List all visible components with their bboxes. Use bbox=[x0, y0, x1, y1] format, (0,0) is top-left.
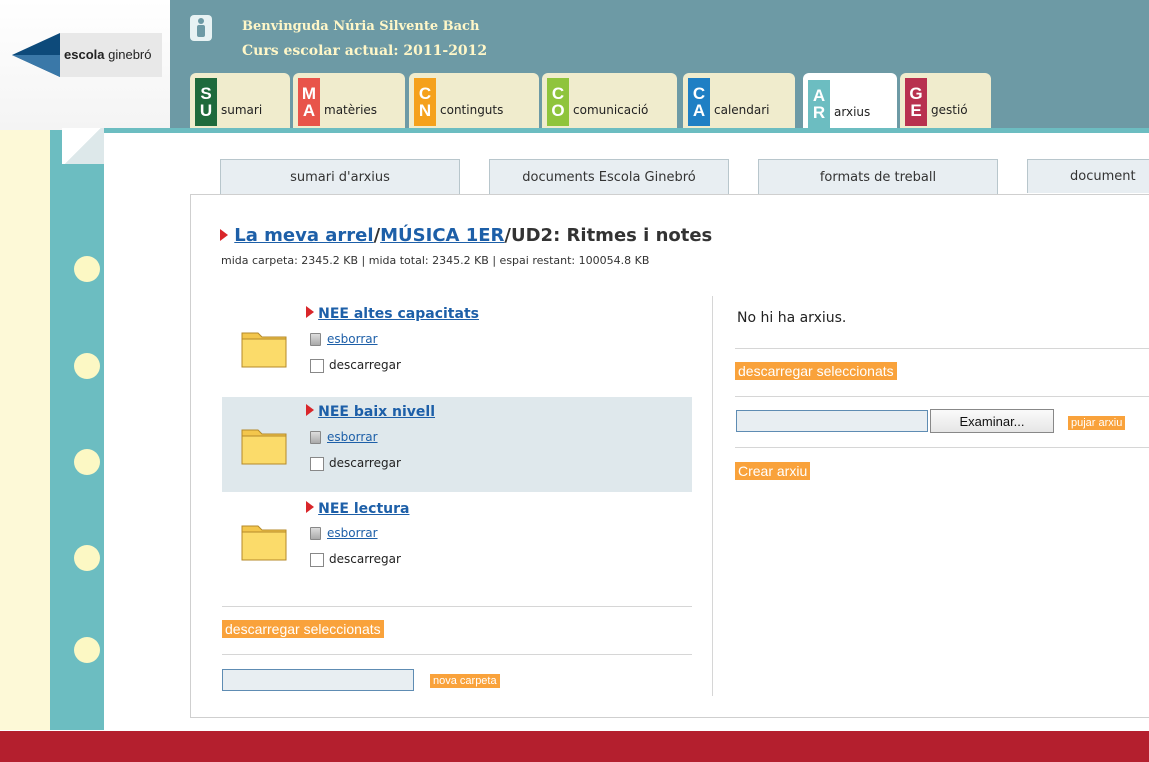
browse-button[interactable]: Examinar... bbox=[930, 409, 1054, 433]
tab-gestio[interactable]: GE gestió bbox=[900, 73, 991, 128]
binder-ring bbox=[74, 256, 100, 282]
delete-link[interactable]: esborrar bbox=[327, 332, 378, 346]
breadcrumb-folder-link[interactable]: MÚSICA 1ER bbox=[380, 225, 504, 246]
tab-code-badge: AR bbox=[808, 80, 830, 128]
school-name: escola ginebró bbox=[64, 47, 152, 62]
tab-code-badge: CN bbox=[414, 78, 436, 126]
folder-item-selected: NEE baix nivell esborrar descarregar bbox=[222, 397, 692, 492]
trash-icon[interactable] bbox=[310, 527, 321, 540]
arrow-icon bbox=[306, 306, 314, 318]
welcome-text: Benvinguda Núria Silvente Bach bbox=[242, 19, 480, 34]
breadcrumb-current: UD2: Ritmes i notes bbox=[511, 225, 713, 246]
new-folder-input[interactable] bbox=[222, 669, 414, 691]
delete-row: esborrar bbox=[310, 526, 378, 541]
folder-item: NEE lectura esborrar descarregar bbox=[222, 496, 692, 591]
tab-label: arxius bbox=[834, 105, 871, 119]
folder-title: NEE lectura bbox=[306, 501, 409, 517]
folder-size-info: mida carpeta: 2345.2 KB | mida total: 23… bbox=[221, 254, 650, 267]
breadcrumb-root-link[interactable]: La meva arrel bbox=[234, 225, 373, 246]
download-row: descarregar bbox=[310, 552, 401, 567]
delete-row: esborrar bbox=[310, 332, 378, 347]
user-icon[interactable] bbox=[190, 15, 212, 41]
binder-ring bbox=[74, 637, 100, 663]
tab-materies[interactable]: MA matèries bbox=[293, 73, 405, 128]
column-divider bbox=[712, 296, 713, 696]
divider bbox=[735, 447, 1149, 448]
download-selected-files-button[interactable]: descarregar seleccionats bbox=[735, 362, 897, 380]
delete-link[interactable]: esborrar bbox=[327, 526, 378, 540]
download-checkbox[interactable] bbox=[310, 552, 324, 567]
tab-code-badge: SU bbox=[195, 78, 217, 126]
download-label: descarregar bbox=[329, 456, 401, 470]
create-file-button[interactable]: Crear arxiu bbox=[735, 462, 811, 480]
divider bbox=[735, 396, 1149, 397]
folder-icon[interactable] bbox=[240, 325, 288, 369]
download-checkbox[interactable] bbox=[310, 358, 324, 373]
tab-comunicacio[interactable]: CO comunicació bbox=[542, 73, 677, 128]
tab-code-badge: MA bbox=[298, 78, 320, 126]
download-row: descarregar bbox=[310, 358, 401, 373]
binder-top-line bbox=[104, 128, 1149, 133]
download-selected-button[interactable]: descarregar seleccionats bbox=[222, 620, 384, 638]
tab-arxius[interactable]: AR arxius bbox=[803, 73, 897, 130]
binder-ring bbox=[74, 353, 100, 379]
tab-label: comunicació bbox=[573, 103, 649, 117]
delete-row: esborrar bbox=[310, 430, 378, 445]
folder-icon[interactable] bbox=[240, 518, 288, 562]
tab-label: gestió bbox=[931, 103, 968, 117]
folder-title: NEE baix nivell bbox=[306, 404, 435, 420]
tab-label: sumari bbox=[221, 103, 263, 117]
breadcrumb: La meva arrel/MÚSICA 1ER/UD2: Ritmes i n… bbox=[220, 225, 712, 246]
tab-code-badge: CA bbox=[688, 78, 710, 126]
folder-link[interactable]: NEE lectura bbox=[318, 501, 409, 517]
delete-link[interactable]: esborrar bbox=[327, 430, 378, 444]
arrow-icon bbox=[306, 501, 314, 513]
tab-label: matèries bbox=[324, 103, 378, 117]
file-path-input[interactable] bbox=[736, 410, 928, 432]
binder-ring bbox=[74, 545, 100, 571]
divider bbox=[222, 606, 692, 607]
divider bbox=[735, 348, 1149, 349]
new-folder-button[interactable]: nova carpeta bbox=[430, 674, 500, 688]
tab-label: calendari bbox=[714, 103, 770, 117]
footer-bar bbox=[0, 731, 1149, 762]
arrow-icon bbox=[306, 404, 314, 416]
tab-code-badge: CO bbox=[547, 78, 569, 126]
tab-calendari[interactable]: CA calendari bbox=[683, 73, 795, 128]
tab-code-badge: GE bbox=[905, 78, 927, 126]
download-row: descarregar bbox=[310, 456, 401, 471]
download-label: descarregar bbox=[329, 358, 401, 372]
upload-file-button[interactable]: pujar arxiu bbox=[1068, 416, 1126, 430]
download-label: descarregar bbox=[329, 552, 401, 566]
subtab-document[interactable]: document bbox=[1027, 159, 1149, 193]
page-corner bbox=[62, 128, 104, 164]
folder-link[interactable]: NEE altes capacitats bbox=[318, 306, 479, 322]
course-year: Curs escolar actual: 2011-2012 bbox=[242, 43, 488, 59]
folder-icon[interactable] bbox=[240, 422, 288, 466]
tab-label: continguts bbox=[440, 103, 504, 117]
download-checkbox[interactable] bbox=[310, 456, 324, 471]
no-files-text: No hi ha arxius. bbox=[737, 310, 847, 326]
tab-sumari[interactable]: SU sumari bbox=[190, 73, 290, 128]
divider bbox=[222, 654, 692, 655]
trash-icon[interactable] bbox=[310, 431, 321, 444]
tab-continguts[interactable]: CN continguts bbox=[409, 73, 539, 128]
binder-ring bbox=[74, 449, 100, 475]
subtab-sumari-arxius[interactable]: sumari d'arxius bbox=[220, 159, 460, 194]
folder-title: NEE altes capacitats bbox=[306, 306, 479, 322]
subtab-formats-treball[interactable]: formats de treball bbox=[758, 159, 998, 194]
subtab-documents-escola[interactable]: documents Escola Ginebró bbox=[489, 159, 729, 194]
breadcrumb-separator: / bbox=[504, 225, 511, 246]
arrow-icon bbox=[220, 229, 228, 241]
folder-link[interactable]: NEE baix nivell bbox=[318, 404, 435, 420]
trash-icon[interactable] bbox=[310, 333, 321, 346]
folder-item: NEE altes capacitats esborrar descarrega… bbox=[222, 300, 692, 395]
